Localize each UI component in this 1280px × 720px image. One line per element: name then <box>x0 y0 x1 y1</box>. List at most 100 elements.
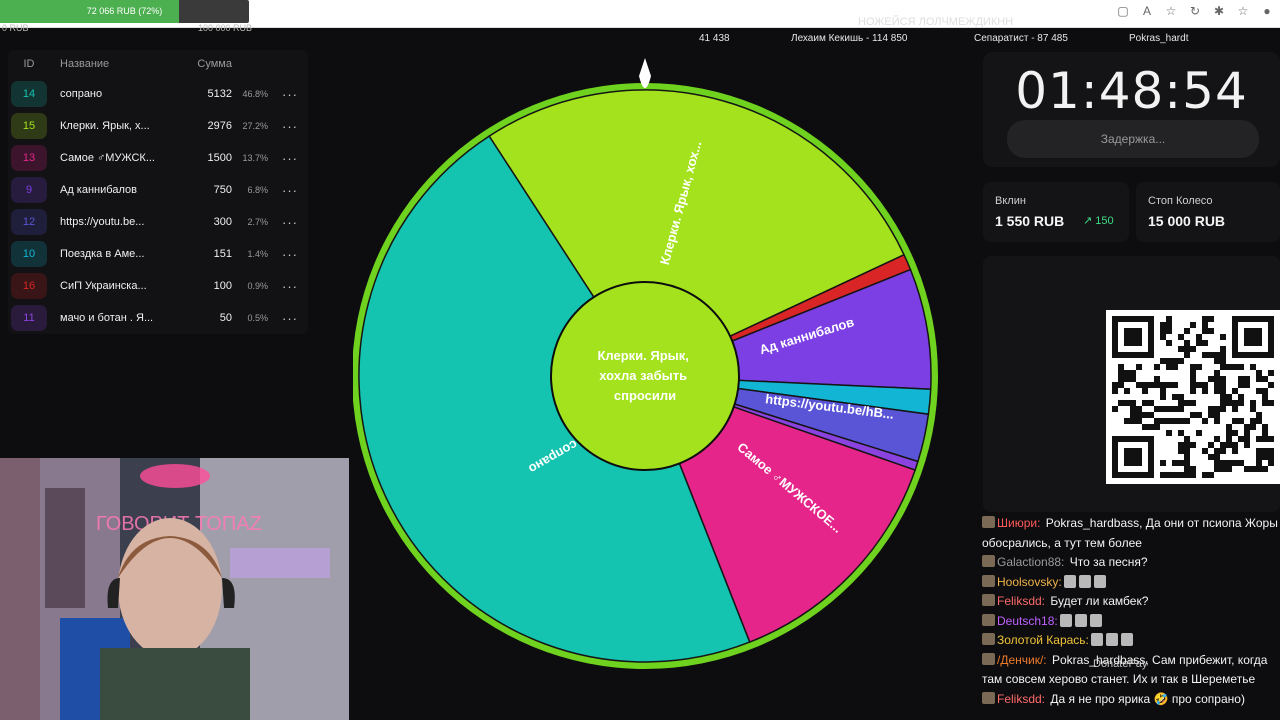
lot-name: Самое ♂МУЖСК... <box>60 152 155 164</box>
lot-name: СиП Украинска... <box>60 280 147 292</box>
emote-icon <box>1120 633 1133 646</box>
bookmark-icon[interactable]: ☆ <box>1236 4 1250 18</box>
lot-name: Клерки. Ярык, х... <box>60 120 150 132</box>
lot-row[interactable]: 15 Клерки. Ярык, х... 2976 27.2% ··· <box>8 110 308 142</box>
lot-name: https://youtu.be... <box>60 216 145 228</box>
chat-text: Что за песня? <box>1066 555 1148 569</box>
lot-menu-button[interactable]: ··· <box>268 151 298 166</box>
lot-percent: 46.8% <box>242 89 268 99</box>
lot-percent: 0.5% <box>247 313 268 323</box>
lot-menu-button[interactable]: ··· <box>268 247 298 262</box>
lot-row[interactable]: 12 https://youtu.be... 300 2.7% ··· <box>8 206 308 238</box>
chat-message: Золотой Карась: <box>982 631 1280 651</box>
lot-sum: 300 <box>213 216 232 228</box>
emote-icon <box>1090 633 1103 646</box>
lot-menu-button[interactable]: ··· <box>268 311 298 326</box>
lot-id-badge: 14 <box>11 81 47 107</box>
lot-row[interactable]: 11 мачо и ботан . Я... 50 0.5% ··· <box>8 302 308 334</box>
wheel-of-fortune[interactable]: Клерки. Ярык, хохла забыть спросили сопр… <box>353 56 943 676</box>
leaderboard-bar: 41 438 Лехаим Кекишь - 114 850 Сепаратис… <box>0 33 1280 47</box>
lot-id-badge: 10 <box>11 241 47 267</box>
lots-table-body: 14 сопрано 5132 46.8% ··· 15 Клерки. Ярык, х..… <box>8 78 308 334</box>
translate-icon[interactable]: A <box>1140 4 1154 18</box>
chat-nick[interactable]: Galaction88: <box>997 555 1064 569</box>
lot-percent: 1.4% <box>247 249 268 259</box>
column-sum: Сумма <box>197 58 232 70</box>
tab-icon[interactable]: ▢ <box>1116 4 1130 18</box>
lot-id-cell: 11 <box>8 305 50 331</box>
chat-message: Hoolsovsky: <box>982 573 1280 593</box>
lot-name: Ад каннибалов <box>60 184 137 196</box>
stream-overlay: 72 066 RUB (72%) ▢ A ☆ ↻ ✱ ☆ ● НОЖЕЙСЯ Л… <box>0 0 1280 720</box>
lot-row[interactable]: 9 Ад каннибалов 750 6.8% ··· <box>8 174 308 206</box>
chat-message: Feliksdd: Будет ли камбек? <box>982 592 1280 612</box>
lot-menu-button[interactable]: ··· <box>268 87 298 102</box>
chat-nick[interactable]: Feliksdd: <box>997 594 1045 608</box>
lot-menu-button[interactable]: ··· <box>268 279 298 294</box>
lot-id-cell: 13 <box>8 145 50 171</box>
chat-nick[interactable]: Золотой Карась: <box>997 633 1089 647</box>
lot-id-badge: 15 <box>11 113 47 139</box>
ghost-title: НОЖЕЙСЯ ЛОЛЧМЕЖДИКНН <box>858 16 1014 28</box>
donation-progress-bar: 72 066 RUB (72%) <box>0 0 249 23</box>
lots-table: ID Название Сумма 14 сопрано 5132 46.8% ··· 1… <box>8 50 308 334</box>
lot-percent: 2.7% <box>247 217 268 227</box>
chat-panel: Шиюри: Pokras_hardbass, Да они от псиопа… <box>982 514 1280 709</box>
timer-display: 01:48:54 <box>1015 62 1248 120</box>
lot-sum: 750 <box>213 184 232 196</box>
chat-nick[interactable]: Deutsch18: <box>997 614 1058 628</box>
lot-sum: 5132 <box>207 88 232 100</box>
lot-row[interactable]: 14 сопрано 5132 46.8% ··· <box>8 78 308 110</box>
emote-icon <box>1093 574 1106 588</box>
chat-emotes <box>1090 633 1136 647</box>
lot-row[interactable]: 13 Самое ♂МУЖСК... 1500 13.7% ··· <box>8 142 308 174</box>
emote-icon <box>1059 613 1072 627</box>
chat-message: Deutsch18: <box>982 612 1280 632</box>
lot-id-cell: 14 <box>8 81 50 107</box>
lot-percent: 27.2% <box>242 121 268 131</box>
chat-text: Да я не про ярика 🤣 про сопрано) <box>1047 691 1245 706</box>
chat-nick[interactable]: /Денчик/: <box>997 653 1047 667</box>
chat-emotes <box>1063 574 1109 589</box>
lot-percent: 0.9% <box>247 281 268 291</box>
lot-id-badge: 9 <box>11 177 47 203</box>
refresh-icon[interactable]: ↻ <box>1188 4 1202 18</box>
lot-sum: 100 <box>213 280 232 292</box>
chat-message: Feliksdd: Да я не про ярика 🤣 про сопран… <box>982 690 1280 710</box>
lot-name: мачо и ботан . Я... <box>60 312 154 324</box>
stop-wheel-value: 15 000 RUB <box>1148 213 1226 229</box>
webcam-image: ГОВОРИТ ТОПАZ <box>0 458 349 720</box>
chat-nick[interactable]: Шиюри: <box>997 516 1040 530</box>
delay-button[interactable]: Задержка... <box>1007 120 1259 158</box>
lot-menu-button[interactable]: ··· <box>268 183 298 198</box>
profile-icon[interactable]: ● <box>1260 4 1274 18</box>
star-icon[interactable]: ☆ <box>1164 4 1178 18</box>
leader-2: Сепаратист - 87 485 <box>974 33 1068 44</box>
chat-badge-icon <box>982 652 995 665</box>
chat-text: Будет ли камбек? <box>1047 594 1149 608</box>
chat-badge-icon <box>982 516 995 528</box>
chat-message: Galaction88: Что за песня? <box>982 553 1280 573</box>
lot-row[interactable]: 10 Поездка в Аме... 151 1.4% ··· <box>8 238 308 270</box>
emote-icon <box>1105 633 1118 646</box>
total-amount: 41 438 <box>699 33 730 44</box>
lot-menu-button[interactable]: ··· <box>268 215 298 230</box>
chat-nick[interactable]: Hoolsovsky: <box>997 575 1062 589</box>
chat-nick[interactable]: Feliksdd: <box>997 692 1045 706</box>
lot-row[interactable]: 16 СиП Украинска... 100 0.9% ··· <box>8 270 308 302</box>
donation-progress-text: 72 066 RUB (72%) <box>86 6 163 16</box>
lot-id-badge: 12 <box>11 209 47 235</box>
timer-card: 01:48:54 Задержка... <box>983 52 1280 167</box>
emote-icon <box>1089 613 1102 627</box>
lot-id-cell: 9 <box>8 177 50 203</box>
lot-sum: 151 <box>213 248 232 260</box>
lot-id-badge: 11 <box>11 305 47 331</box>
donatepay-badge: DonatePay <box>1093 658 1148 670</box>
vklin-delta: ↗ 150 <box>1083 215 1114 227</box>
lot-menu-button[interactable]: ··· <box>268 119 298 134</box>
vklin-value: 1 550 RUB <box>995 213 1065 229</box>
extensions-icon[interactable]: ✱ <box>1212 4 1226 18</box>
chat-badge-icon <box>982 574 995 587</box>
lot-id-cell: 15 <box>8 113 50 139</box>
chat-message: /Денчик/: Pokras_hardbass, Сам прибежит,… <box>982 651 1280 690</box>
